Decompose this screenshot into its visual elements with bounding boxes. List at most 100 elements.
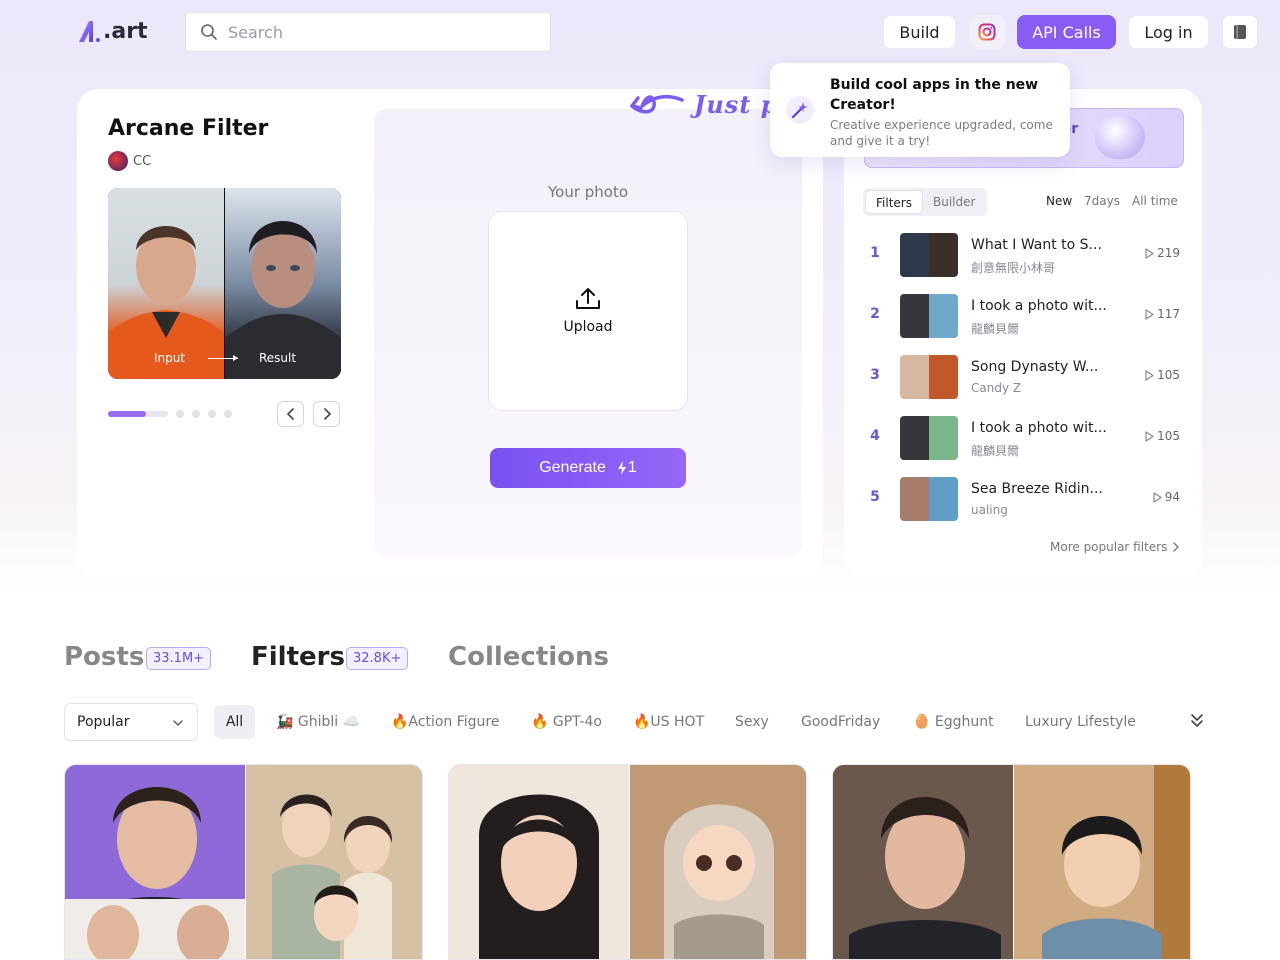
upload-icon	[576, 288, 600, 309]
login-button[interactable]: Log in	[1128, 15, 1209, 49]
play-count: 105	[1144, 429, 1180, 443]
time-filter-new[interactable]: New	[1046, 194, 1072, 208]
chip-egghunt[interactable]: 🥚 Egghunt	[913, 705, 994, 739]
api-calls-button[interactable]: API Calls	[1017, 15, 1116, 49]
more-popular-filters-link[interactable]: More popular filters	[1050, 540, 1181, 554]
input-label: Input	[154, 351, 186, 365]
card-before-image	[833, 765, 1013, 959]
search-input[interactable]	[228, 22, 528, 42]
carousel-progress	[108, 411, 168, 417]
carousel-dot[interactable]	[176, 410, 184, 418]
rank-number: 2	[870, 306, 880, 322]
ranking-thumbnail	[900, 355, 958, 399]
ranking-user: 創意無限小林哥	[971, 261, 1056, 275]
upload-dropzone[interactable]: Upload	[488, 211, 688, 411]
carousel-dot[interactable]	[224, 410, 232, 418]
carousel-dot[interactable]	[208, 410, 216, 418]
generate-cost: 1	[627, 459, 637, 476]
time-filter-7days[interactable]: 7days	[1084, 194, 1120, 208]
tab-filters[interactable]: Filters	[251, 642, 345, 672]
thumb-right	[929, 355, 958, 399]
creator-annotation: Just p	[628, 82, 779, 126]
instagram-button[interactable]	[969, 15, 1005, 49]
logo-mark-icon	[77, 18, 101, 44]
annotation-text: Just p	[694, 89, 779, 119]
play-count: 94	[1152, 490, 1180, 504]
rank-number: 4	[870, 428, 880, 444]
tab-posts[interactable]: Posts	[64, 642, 144, 672]
search-bar[interactable]	[185, 12, 551, 52]
thumb-left	[900, 477, 929, 521]
ranking-item[interactable]: 5 Sea Breeze Ridin... ualing 94	[864, 477, 1184, 521]
logo-text: .art	[103, 18, 148, 44]
expand-chips-button[interactable]	[1188, 712, 1206, 734]
carousel-dot[interactable]	[192, 410, 200, 418]
sort-selected-value: Popular	[77, 714, 130, 730]
thumb-left	[900, 355, 929, 399]
play-icon	[1153, 491, 1162, 503]
play-count: 219	[1144, 246, 1180, 260]
filter-card-item[interactable]	[832, 764, 1191, 960]
card-before-image	[65, 765, 245, 959]
ranking-thumbnail	[900, 233, 958, 277]
your-photo-label: Your photo	[547, 183, 629, 201]
chip-sexy[interactable]: Sexy	[735, 705, 769, 739]
generate-label: Generate	[539, 459, 606, 476]
chip-us-hot[interactable]: 🔥US HOT	[633, 705, 704, 739]
ranking-user: ualing	[971, 503, 1008, 517]
docs-button[interactable]	[1222, 15, 1258, 49]
chip-ghibli[interactable]: 🚂 Ghibli ☁️	[276, 705, 360, 739]
ranking-item[interactable]: 4 I took a photo wit... 龍麟貝爾 105	[864, 416, 1184, 460]
chip-action-figure[interactable]: 🔥Action Figure	[391, 705, 499, 739]
before-after-preview[interactable]: Input Result	[108, 188, 341, 379]
tooltip-body: Creative experience upgraded, come and g…	[830, 118, 1053, 148]
chevron-down-icon	[173, 720, 183, 726]
ranking-item[interactable]: 1 What I Want to S... 創意無限小林哥 219	[864, 233, 1184, 277]
creator-tooltip[interactable]: Build cool apps in the new Creator! Crea…	[770, 63, 1070, 157]
sort-select[interactable]: Popular	[64, 703, 198, 741]
book-icon	[1234, 25, 1246, 39]
generate-button[interactable]: Generate 1	[490, 448, 686, 488]
carousel-prev-button[interactable]	[277, 401, 304, 427]
play-count-value: 105	[1157, 429, 1180, 443]
chip-gpt-4o[interactable]: 🔥 GPT-4o	[531, 705, 602, 739]
thumb-right	[929, 233, 958, 277]
segment-builder[interactable]: Builder	[923, 190, 985, 214]
segment-filters[interactable]: Filters	[865, 190, 923, 214]
card-after-image	[1014, 765, 1190, 959]
curved-arrow-icon	[630, 94, 684, 114]
card-after-image	[630, 765, 806, 959]
result-label: Result	[259, 351, 297, 365]
upload-label: Upload	[563, 319, 613, 335]
ranking-item[interactable]: 2 I took a photo wit... 龍麟貝爾 117	[864, 294, 1184, 338]
chevron-right-icon	[323, 408, 331, 420]
search-icon	[201, 24, 217, 40]
filter-card: Arcane Filter CC Input Result Your photo…	[77, 89, 823, 579]
ranking-title: I took a photo wit...	[971, 298, 1107, 314]
carousel-progress-fill	[108, 411, 146, 417]
filter-author[interactable]: CC	[108, 151, 151, 171]
chip-luxury-lifestyle[interactable]: Luxury Lifestyle	[1025, 705, 1136, 739]
chip-goodfriday[interactable]: GoodFriday	[801, 705, 880, 739]
tab-collections[interactable]: Collections	[448, 642, 609, 672]
ranking-item[interactable]: 3 Song Dynasty W... Candy Z 105	[864, 355, 1184, 399]
rank-number: 1	[870, 245, 880, 261]
arrow-right-icon	[208, 355, 238, 361]
tooltip-title: Build cool apps in the new Creator!	[830, 77, 1039, 113]
carousel-next-button[interactable]	[313, 401, 340, 427]
build-button[interactable]: Build	[883, 15, 956, 49]
filter-card-item[interactable]	[448, 764, 807, 960]
time-filter-all-time[interactable]: All time	[1132, 194, 1178, 208]
ranking-title: Sea Breeze Ridin...	[971, 481, 1103, 497]
rank-number: 5	[870, 489, 880, 505]
card-before-image	[449, 765, 629, 959]
filter-card-item[interactable]	[64, 764, 423, 960]
chip-all[interactable]: All	[214, 705, 255, 739]
popular-filters-panel: ler Filters Builder New 7days All time 1…	[844, 89, 1202, 579]
chevron-right-icon	[1173, 542, 1180, 552]
avatar	[108, 151, 128, 171]
play-icon	[1145, 369, 1154, 381]
double-chevron-down-icon	[1191, 714, 1203, 727]
logo[interactable]: .art	[77, 16, 148, 46]
author-name: CC	[133, 153, 152, 169]
